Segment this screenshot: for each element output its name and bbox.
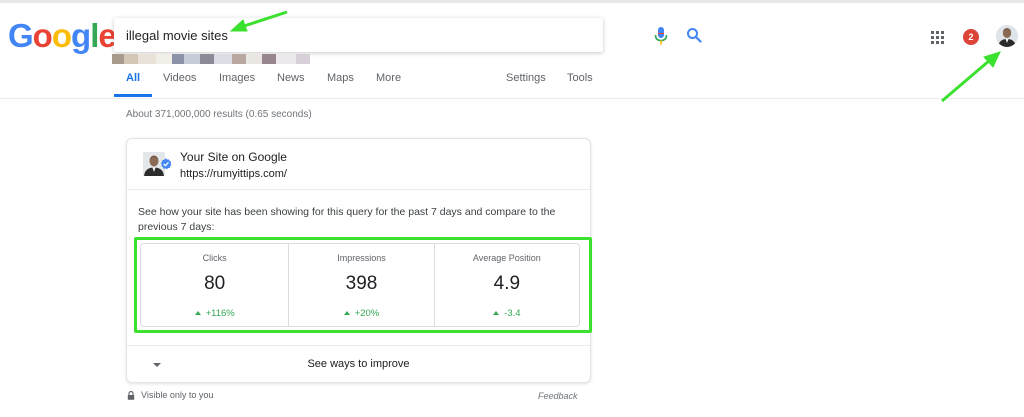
account-avatar[interactable] [996,25,1018,47]
trend-up-icon [194,311,201,315]
tab-maps[interactable]: Maps [327,72,354,84]
search-icon[interactable] [686,27,702,43]
tab-all[interactable]: All [126,72,140,84]
microphone-icon[interactable] [654,27,668,45]
trend-up-icon [343,311,350,315]
tab-videos[interactable]: Videos [163,72,196,84]
active-tab-indicator [114,94,152,97]
card-description: See how your site has been showing for t… [138,206,556,233]
visibility-note: Visible only to you [127,390,213,400]
stats-highlight-box: Clicks 80 +116% Impressions 398 +20% Ave… [134,237,592,333]
top-border [0,0,1024,3]
stat-average-position: Average Position 4.9 -3.4 [435,244,579,326]
stat-value: 398 [345,273,378,294]
user-photo-icon [996,25,1018,47]
tab-tools[interactable]: Tools [567,72,593,84]
tab-more[interactable]: More [376,72,401,84]
blurred-suggestions [112,54,310,64]
stat-change: +20% [289,308,433,319]
stat-label: Average Position [472,253,541,263]
stat-impressions: Impressions 398 +20% [289,244,435,326]
search-input[interactable] [126,25,526,45]
google-logo[interactable]: Google [8,16,117,56]
stat-clicks: Clicks 80 +116% [141,244,290,326]
search-tabs: All Videos Images News Maps More Setting… [114,72,1014,98]
stats-panel: Clicks 80 +116% Impressions 398 +20% Ave… [140,243,580,327]
feedback-link[interactable]: Feedback [538,391,578,401]
chevron-down-icon[interactable] [153,363,161,367]
card-title: Your Site on Google [180,150,287,164]
card-divider [127,189,590,190]
stat-label: Clicks [202,253,227,263]
lock-icon [127,390,135,400]
result-stats: About 371,000,000 results (0.65 seconds) [126,109,312,120]
verified-badge-icon [160,158,172,170]
notification-badge[interactable]: 2 [963,29,979,45]
tab-images[interactable]: Images [219,72,255,84]
trend-up-icon [493,311,500,315]
stat-change: +116% [141,308,288,319]
site-url[interactable]: https://rumyittips.com/ [180,168,287,180]
site-on-google-card: Your Site on Google https://rumyittips.c… [126,138,592,383]
tab-settings[interactable]: Settings [506,72,546,84]
apps-grid-icon[interactable] [931,31,944,44]
stat-change: -3.4 [435,308,579,319]
stat-value: 4.9 [493,273,521,294]
tab-news[interactable]: News [277,72,305,84]
search-box [114,18,702,52]
stat-value: 80 [204,273,226,294]
see-ways-to-improve-button[interactable]: See ways to improve [127,346,590,383]
tabs-divider [0,98,1024,99]
stat-label: Impressions [337,253,386,263]
